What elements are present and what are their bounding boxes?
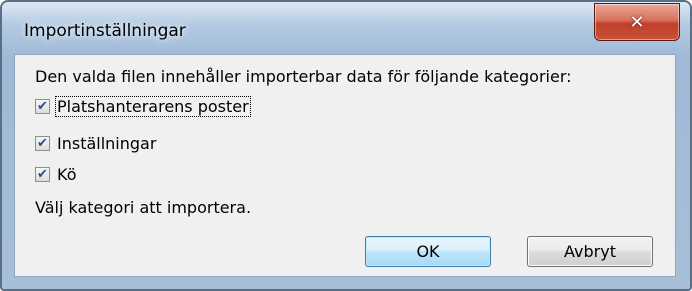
check-icon: ✔ [37,135,48,151]
ok-button[interactable]: OK [365,236,491,267]
checkbox-row-places[interactable]: ✔ Platshanterarens poster [35,94,251,118]
dialog-window: Importinställningar ✕ Den valda filen in… [0,0,692,291]
dialog-content: Den valda filen innehåller importerbar d… [14,54,676,277]
checkbox-row-queue[interactable]: ✔ Kö [35,162,77,186]
close-button[interactable]: ✕ [594,3,680,41]
description-text: Den valda filen innehåller importerbar d… [35,67,572,86]
checkbox-label-settings[interactable]: Inställningar [56,134,157,153]
checkbox-queue[interactable]: ✔ [35,166,50,182]
check-icon: ✔ [37,98,48,114]
close-icon: ✕ [629,11,645,33]
check-icon: ✔ [37,166,48,182]
checkbox-label-places[interactable]: Platshanterarens poster [55,95,251,117]
checkbox-row-settings[interactable]: ✔ Inställningar [35,131,157,155]
title-bar[interactable]: Importinställningar ✕ [2,2,690,52]
checkbox-places[interactable]: ✔ [35,98,50,114]
instruction-text: Välj kategori att importera. [35,198,252,217]
checkbox-settings[interactable]: ✔ [35,135,50,151]
window-title: Importinställningar [24,21,186,41]
checkbox-label-queue[interactable]: Kö [56,165,77,184]
cancel-button[interactable]: Avbryt [527,236,653,267]
